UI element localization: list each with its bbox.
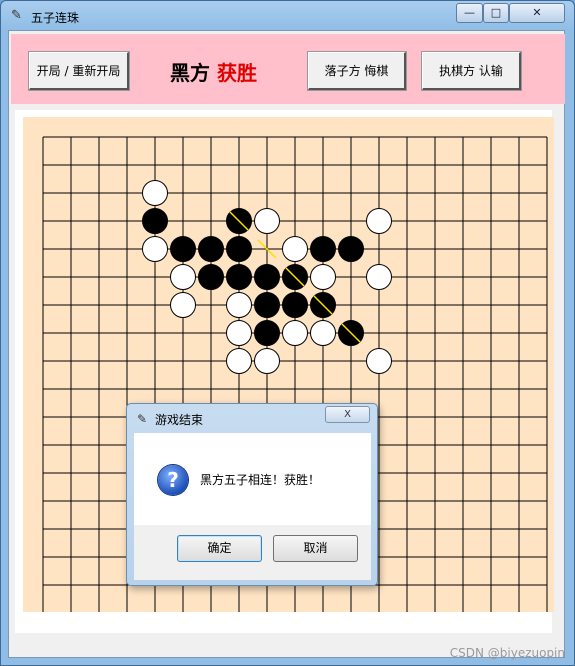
dialog-title: 游戏结束 xyxy=(155,413,204,427)
game-over-dialog: ✎ 游戏结束 X ? 黑方五子相连！获胜！ 确定 取消 xyxy=(126,403,378,586)
black-stone xyxy=(170,236,196,262)
black-stone xyxy=(226,264,252,290)
white-stone xyxy=(310,320,336,346)
white-stone xyxy=(366,348,392,374)
white-stone xyxy=(170,292,196,318)
white-stone xyxy=(282,236,308,262)
black-stone xyxy=(226,236,252,262)
dialog-close-button[interactable]: X xyxy=(325,406,370,423)
window-title: 五子连珠 xyxy=(31,11,80,25)
black-stone xyxy=(254,320,280,346)
white-stone xyxy=(226,292,252,318)
resign-button[interactable]: 执棋方 认输 xyxy=(421,51,522,91)
white-stone xyxy=(142,180,168,206)
black-stone xyxy=(142,208,168,234)
ok-button[interactable]: 确定 xyxy=(177,535,262,562)
feather-icon: ✎ xyxy=(137,412,148,426)
question-icon: ? xyxy=(158,465,188,495)
black-stone xyxy=(282,292,308,318)
game-status: 黑方 获胜 xyxy=(170,57,257,86)
close-icon: X xyxy=(344,409,351,420)
minimize-icon: — xyxy=(464,6,475,19)
status-result: 获胜 xyxy=(216,61,257,85)
white-stone xyxy=(282,320,308,346)
new-game-button[interactable]: 开局 / 重新开局 xyxy=(28,51,130,91)
black-stone xyxy=(254,264,280,290)
white-stone xyxy=(170,264,196,290)
white-stone xyxy=(366,208,392,234)
black-stone xyxy=(254,292,280,318)
cancel-button[interactable]: 取消 xyxy=(273,535,358,562)
feather-icon: ✎ xyxy=(11,8,22,23)
black-stone xyxy=(198,236,224,262)
title-bar[interactable]: ✎ 五子连珠 — □ ✕ xyxy=(1,1,574,31)
white-stone xyxy=(226,320,252,346)
dialog-message: 黑方五子相连！获胜！ xyxy=(200,473,321,487)
black-stone xyxy=(310,236,336,262)
white-stone xyxy=(254,348,280,374)
white-stone xyxy=(226,348,252,374)
white-stone xyxy=(254,208,280,234)
undo-button[interactable]: 落子方 悔棋 xyxy=(307,51,407,91)
white-stone xyxy=(142,236,168,262)
maximize-button[interactable]: □ xyxy=(483,3,509,23)
dialog-footer: 确定 取消 xyxy=(134,525,371,580)
close-button[interactable]: ✕ xyxy=(509,3,565,23)
watermark: CSDN @biyezuopin xyxy=(449,646,565,660)
white-stone xyxy=(310,264,336,290)
close-icon: ✕ xyxy=(532,6,542,19)
white-stone xyxy=(366,264,392,290)
minimize-button[interactable]: — xyxy=(456,3,483,23)
black-stone xyxy=(198,264,224,290)
dialog-body: ? 黑方五子相连！获胜！ xyxy=(134,433,371,525)
black-stone xyxy=(338,236,364,262)
status-player: 黑方 xyxy=(170,61,210,85)
maximize-icon: □ xyxy=(490,6,502,19)
